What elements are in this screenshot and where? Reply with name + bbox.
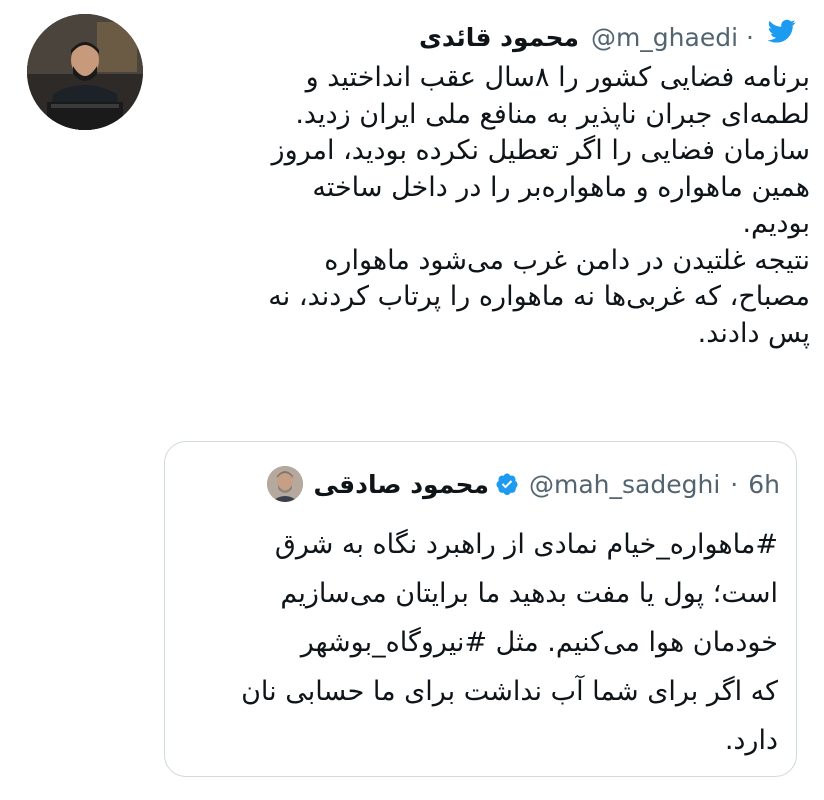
author-handle[interactable]: @m_ghaedi: [591, 23, 738, 52]
quoted-timestamp[interactable]: 6h: [748, 470, 780, 499]
verified-badge-icon: [496, 473, 518, 495]
quoted-line: است؛ پول یا مفت بدهید ما برایتان می‌سازی…: [280, 578, 778, 609]
author-name[interactable]: محمود قائدی: [419, 23, 579, 52]
tweet-line: همین ماهواره و ماهواره‌بر را در داخل ساخ…: [312, 171, 810, 203]
quoted-tweet-card[interactable]: محمود صادقی @mah_sadeghi · 6h #ماهواره_خ…: [164, 441, 797, 777]
tweet-line: برنامه فضایی کشور را ۸سال عقب انداختید و: [305, 62, 810, 93]
tweet-header: محمود قائدی @m_ghaedi ·: [419, 20, 754, 54]
tweet-line: نتیجه غلتیدن در دامن غرب می‌شود ماهواره: [324, 244, 810, 276]
quoted-line: خودمان هوا می‌کنیم. مثل #نیروگاه_بوشهر: [300, 627, 778, 658]
quoted-tweet-body: #ماهواره_خیام نمادی از راهبرد نگاه به شر…: [178, 520, 778, 765]
quoted-author-avatar: [267, 466, 304, 502]
quoted-tweet-header: محمود صادقی @mah_sadeghi · 6h: [267, 466, 780, 502]
quoted-author-name[interactable]: محمود صادقی: [313, 470, 489, 499]
quoted-line: #ماهواره_خیام نمادی از راهبرد نگاه به شر…: [274, 529, 778, 560]
tweet-line: سازمان فضایی را اگر تعطیل نکرده بودید، ا…: [271, 135, 810, 166]
tweet-line: پس دادند.: [697, 317, 810, 349]
tweet-line: بودیم.: [742, 208, 810, 239]
separator-dot: ·: [730, 469, 739, 499]
quoted-author-handle[interactable]: @mah_sadeghi: [529, 470, 720, 499]
tweet-line: لطمه‌ای جبران ناپذیر به منافع ملی ایران …: [295, 98, 810, 130]
quoted-line: دارد.: [724, 725, 778, 756]
quoted-line: که اگر برای شما آب نداشت برای ما حسابی ن…: [241, 676, 778, 707]
tweet-line: مصباح، که غربی‌ها نه ماهواره را پرتاب کر…: [268, 281, 810, 312]
author-avatar[interactable]: [27, 14, 143, 130]
twitter-bird-icon[interactable]: [768, 17, 796, 45]
tweet-body: برنامه فضایی کشور را ۸سال عقب انداختید و…: [160, 60, 810, 352]
separator-dot: ·: [746, 22, 754, 52]
